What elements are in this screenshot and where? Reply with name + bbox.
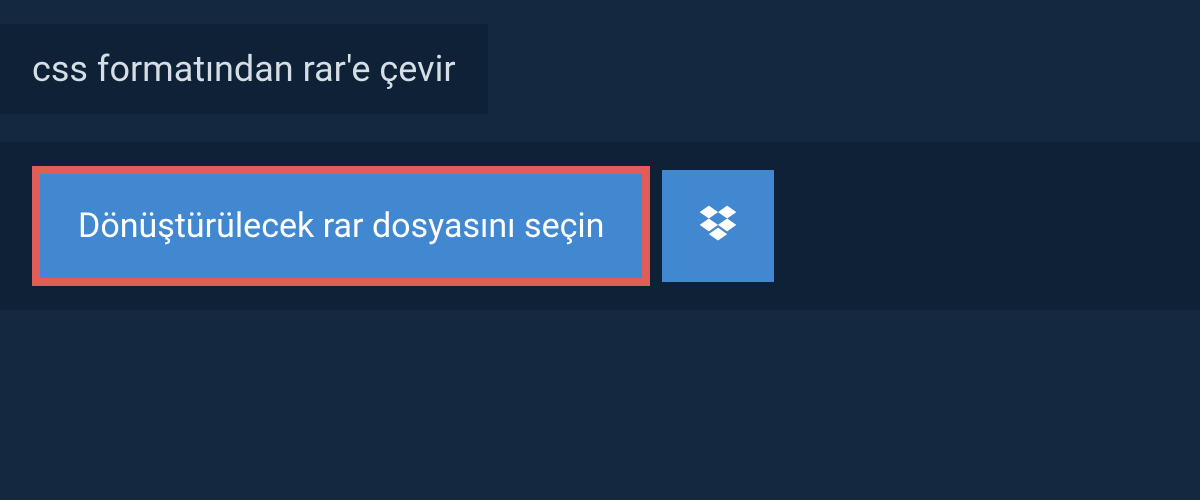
- page-title: css formatından rar'e çevir: [32, 48, 456, 90]
- dropbox-icon: [696, 202, 740, 250]
- select-file-label: Dönüştürülecek rar dosyasını seçin: [78, 206, 604, 246]
- file-select-panel: Dönüştürülecek rar dosyasını seçin: [0, 142, 1200, 310]
- header-bar: css formatından rar'e çevir: [0, 24, 488, 114]
- select-file-button[interactable]: Dönüştürülecek rar dosyasını seçin: [32, 166, 650, 286]
- dropbox-button[interactable]: [662, 170, 774, 282]
